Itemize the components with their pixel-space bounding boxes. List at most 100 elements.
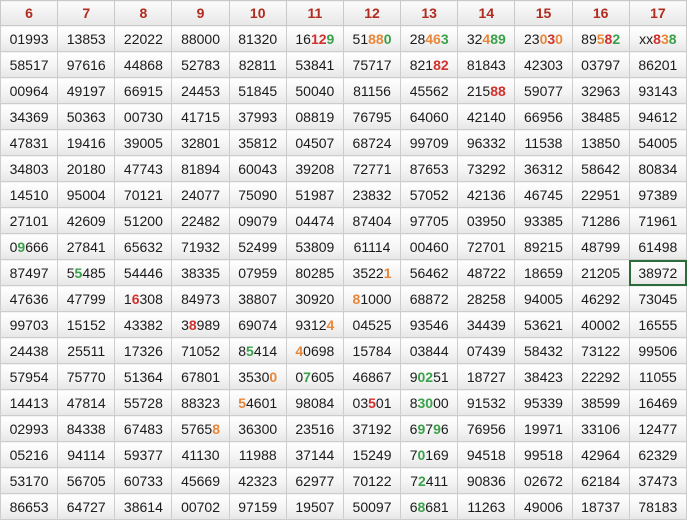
- table-cell[interactable]: 03844: [400, 337, 459, 364]
- table-cell[interactable]: 59377: [114, 441, 173, 468]
- table-cell[interactable]: 96332: [457, 129, 516, 156]
- table-cell[interactable]: 08819: [285, 103, 344, 130]
- table-cell[interactable]: 27101: [0, 207, 59, 234]
- table-cell[interactable]: 04525: [342, 311, 402, 338]
- table-cell[interactable]: 55485: [57, 259, 116, 286]
- table-cell[interactable]: 13850: [571, 129, 630, 156]
- table-cell[interactable]: 90251: [400, 363, 459, 390]
- table-cell[interactable]: 99518: [514, 441, 573, 468]
- table-cell[interactable]: 98084: [285, 389, 344, 416]
- table-cell[interactable]: 55728: [114, 389, 173, 416]
- table-cell[interactable]: 71286: [571, 207, 630, 234]
- table-cell[interactable]: 68724: [342, 129, 402, 156]
- table-cell[interactable]: 52499: [228, 233, 287, 260]
- column-header[interactable]: 14: [457, 0, 516, 26]
- table-cell[interactable]: 93546: [400, 311, 459, 338]
- column-header[interactable]: 16: [571, 0, 630, 26]
- table-cell[interactable]: 35221: [342, 259, 402, 286]
- table-cell[interactable]: 37192: [342, 415, 402, 442]
- table-cell[interactable]: 48722: [457, 259, 516, 286]
- table-cell[interactable]: 17326: [114, 337, 173, 364]
- table-cell[interactable]: 73122: [571, 337, 630, 364]
- table-cell[interactable]: 47831: [0, 129, 59, 156]
- table-cell[interactable]: 35300: [228, 363, 287, 390]
- table-cell[interactable]: 22951: [571, 181, 630, 208]
- table-cell[interactable]: 87404: [342, 207, 402, 234]
- table-cell[interactable]: 19971: [514, 415, 573, 442]
- table-cell[interactable]: 38599: [571, 389, 630, 416]
- table-cell[interactable]: 03501: [342, 389, 402, 416]
- table-cell[interactable]: 75770: [57, 363, 116, 390]
- table-cell[interactable]: 16555: [628, 311, 687, 338]
- column-header[interactable]: 13: [400, 0, 459, 26]
- table-cell[interactable]: 72411: [400, 467, 459, 494]
- table-cell[interactable]: 46867: [342, 363, 402, 390]
- table-cell[interactable]: 57658: [171, 415, 230, 442]
- table-cell[interactable]: 71961: [628, 207, 687, 234]
- table-cell[interactable]: 51200: [114, 207, 173, 234]
- table-cell[interactable]: 04507: [285, 129, 344, 156]
- table-cell[interactable]: 21205: [571, 259, 630, 286]
- table-cell[interactable]: 94612: [628, 103, 687, 130]
- table-cell[interactable]: 54446: [114, 259, 173, 286]
- column-header[interactable]: 7: [57, 0, 116, 26]
- table-cell[interactable]: 66956: [514, 103, 573, 130]
- table-cell[interactable]: 99709: [400, 129, 459, 156]
- table-cell[interactable]: 82182: [400, 51, 459, 78]
- table-cell[interactable]: 62977: [285, 467, 344, 494]
- table-cell[interactable]: 81843: [457, 51, 516, 78]
- table-cell[interactable]: 09666: [0, 233, 59, 260]
- table-cell[interactable]: 64727: [57, 493, 116, 520]
- table-cell[interactable]: 38335: [171, 259, 230, 286]
- table-cell[interactable]: 22022: [114, 25, 173, 52]
- table-cell[interactable]: 51845: [228, 77, 287, 104]
- table-cell[interactable]: 56705: [57, 467, 116, 494]
- table-cell[interactable]: 28463: [400, 25, 459, 52]
- table-cell[interactable]: 39208: [285, 155, 344, 182]
- table-cell[interactable]: 40698: [285, 337, 344, 364]
- table-cell[interactable]: 46745: [514, 181, 573, 208]
- table-cell[interactable]: 65632: [114, 233, 173, 260]
- table-cell[interactable]: 99703: [0, 311, 59, 338]
- table-cell[interactable]: 58432: [514, 337, 573, 364]
- table-cell[interactable]: 37993: [228, 103, 287, 130]
- table-cell[interactable]: 47799: [57, 285, 116, 312]
- table-cell[interactable]: 42964: [571, 441, 630, 468]
- table-cell[interactable]: 47636: [0, 285, 59, 312]
- table-cell[interactable]: 34803: [0, 155, 59, 182]
- table-cell[interactable]: 42136: [457, 181, 516, 208]
- table-cell[interactable]: 72701: [457, 233, 516, 260]
- table-cell[interactable]: 46292: [571, 285, 630, 312]
- table-cell[interactable]: 58517: [0, 51, 59, 78]
- table-cell[interactable]: 00964: [0, 77, 59, 104]
- selected-cell[interactable]: 38972: [628, 259, 687, 286]
- table-cell[interactable]: 84338: [57, 415, 116, 442]
- table-cell[interactable]: 21588: [457, 77, 516, 104]
- table-cell[interactable]: 53841: [285, 51, 344, 78]
- table-cell[interactable]: 02672: [514, 467, 573, 494]
- table-cell[interactable]: 38423: [514, 363, 573, 390]
- table-cell[interactable]: 76956: [457, 415, 516, 442]
- table-cell[interactable]: 36300: [228, 415, 287, 442]
- table-cell[interactable]: 81894: [171, 155, 230, 182]
- table-cell[interactable]: 00460: [400, 233, 459, 260]
- table-cell[interactable]: 20180: [57, 155, 116, 182]
- column-header[interactable]: 6: [0, 0, 59, 26]
- table-cell[interactable]: 95339: [514, 389, 573, 416]
- table-cell[interactable]: 42323: [228, 467, 287, 494]
- table-cell[interactable]: 16469: [628, 389, 687, 416]
- table-cell[interactable]: 42303: [514, 51, 573, 78]
- column-header[interactable]: 17: [628, 0, 687, 26]
- table-cell[interactable]: 69074: [228, 311, 287, 338]
- table-cell[interactable]: 81320: [228, 25, 287, 52]
- table-cell[interactable]: 95004: [57, 181, 116, 208]
- table-cell[interactable]: 89582: [571, 25, 630, 52]
- table-cell[interactable]: 36312: [514, 155, 573, 182]
- table-cell[interactable]: 67483: [114, 415, 173, 442]
- table-cell[interactable]: 18727: [457, 363, 516, 390]
- table-cell[interactable]: 66915: [114, 77, 173, 104]
- table-cell[interactable]: 62184: [571, 467, 630, 494]
- table-cell[interactable]: 23516: [285, 415, 344, 442]
- table-cell[interactable]: 35812: [228, 129, 287, 156]
- table-cell[interactable]: 24438: [0, 337, 59, 364]
